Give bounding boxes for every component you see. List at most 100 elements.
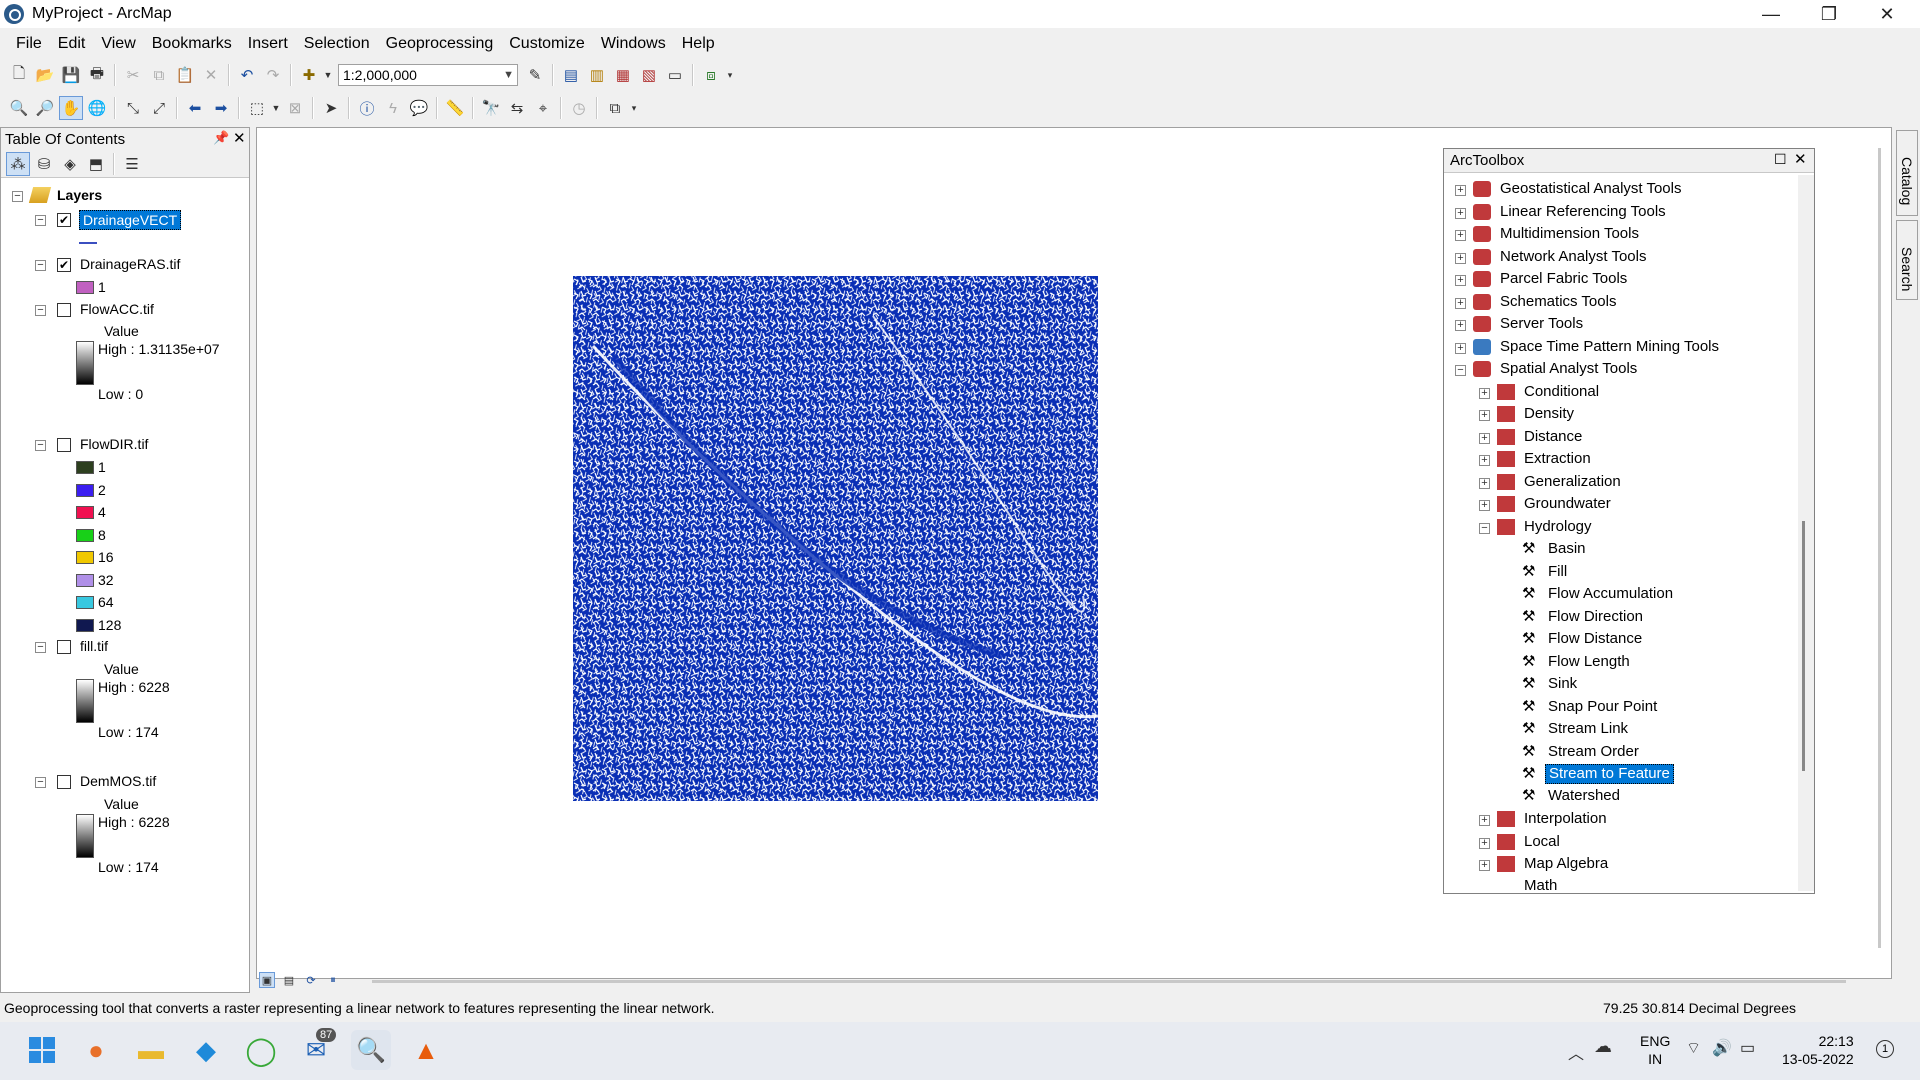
undo-icon[interactable]: ↶ xyxy=(235,63,259,87)
layer-drainagevect[interactable]: DrainageVECT xyxy=(79,210,182,230)
restore-button[interactable]: ❐ xyxy=(1800,0,1858,28)
toolset-hydrology[interactable]: Hydrology xyxy=(1524,517,1592,537)
arcmap-taskbar-icon[interactable]: 🔍 xyxy=(351,1030,391,1070)
expand-toolset-icon[interactable]: + xyxy=(1479,815,1490,826)
chevron-up-icon[interactable]: ︿ xyxy=(1568,1040,1584,1064)
expand-toolset-icon[interactable]: + xyxy=(1455,298,1466,309)
search-side-tab[interactable]: Search xyxy=(1896,220,1918,300)
collapse-layers-icon[interactable]: − xyxy=(12,191,23,202)
tool-flow-length[interactable]: Flow Length xyxy=(1548,652,1630,672)
toolset-local[interactable]: Local xyxy=(1524,832,1560,852)
language-indicator[interactable]: ENG IN xyxy=(1640,1032,1670,1068)
tool-flow-accumulation[interactable]: Flow Accumulation xyxy=(1548,584,1673,604)
zoom-in-icon[interactable]: 🔍 xyxy=(7,96,31,120)
expand-toolset-icon[interactable]: + xyxy=(1479,433,1490,444)
wifi-icon[interactable]: ⌔ xyxy=(1686,1038,1701,1058)
expand-toolset-icon[interactable]: + xyxy=(1455,343,1466,354)
menu-geoprocessing[interactable]: Geoprocessing xyxy=(378,30,502,58)
toolset-geostatistical[interactable]: Geostatistical Analyst Tools xyxy=(1500,179,1681,199)
toolset-interpolation[interactable]: Interpolation xyxy=(1524,809,1607,829)
menu-edit[interactable]: Edit xyxy=(50,30,94,58)
layout-view-icon[interactable]: ▤ xyxy=(281,972,297,988)
list-by-visibility-icon[interactable]: ◈ xyxy=(58,152,82,176)
windows-start-icon[interactable] xyxy=(22,1030,62,1070)
expand-toolset-icon[interactable]: + xyxy=(1455,320,1466,331)
list-by-drawing-order-icon[interactable]: ⁂ xyxy=(6,151,30,176)
expand-toolset-icon[interactable]: + xyxy=(1479,388,1490,399)
search-window-icon[interactable]: ▦ xyxy=(611,63,635,87)
chevron-down-icon[interactable]: ▼ xyxy=(503,65,514,85)
fixed-zoom-in-icon[interactable]: ⤡ xyxy=(121,96,145,120)
tool-snap-pour-point[interactable]: Snap Pour Point xyxy=(1548,697,1657,717)
toolset-generalization[interactable]: Generalization xyxy=(1524,472,1621,492)
data-view-icon[interactable]: ▣ xyxy=(259,972,275,988)
tool-watershed[interactable]: Watershed xyxy=(1548,786,1620,806)
layer-flowdir[interactable]: FlowDIR.tif xyxy=(80,436,148,452)
hyperlink-icon[interactable]: ϟ xyxy=(381,96,405,120)
find-route-icon[interactable]: ⇆ xyxy=(505,96,529,120)
clear-selection-icon[interactable]: ⊠ xyxy=(283,96,307,120)
layer-drainageras[interactable]: DrainageRAS.tif xyxy=(80,256,180,272)
forward-extent-icon[interactable]: ➡ xyxy=(209,96,233,120)
time-slider-icon[interactable]: ◷ xyxy=(567,96,591,120)
toc-options-icon[interactable]: ☰ xyxy=(120,152,144,176)
toolset-math[interactable]: Math xyxy=(1524,876,1557,893)
editor-toolbar-icon[interactable]: ✎ xyxy=(523,63,547,87)
pan-icon[interactable]: ✋ xyxy=(59,96,83,120)
toolset-server[interactable]: Server Tools xyxy=(1500,314,1583,334)
collapse-layer-icon[interactable]: − xyxy=(35,215,46,226)
pin-icon[interactable]: 📌 xyxy=(213,130,229,146)
close-icon[interactable]: ✕ xyxy=(233,129,246,147)
tool-basin[interactable]: Basin xyxy=(1548,539,1586,559)
toolset-schematics[interactable]: Schematics Tools xyxy=(1500,292,1616,312)
expand-toolset-icon[interactable]: + xyxy=(1455,253,1466,264)
print-icon[interactable]: 🖶 xyxy=(85,63,109,87)
toolbar-options-icon-2[interactable]: ▾ xyxy=(629,96,639,120)
cut-icon[interactable]: ✂ xyxy=(121,63,145,87)
expand-toolset-icon[interactable]: + xyxy=(1479,838,1490,849)
close-icon[interactable]: ✕ xyxy=(1794,150,1807,168)
vlc-icon[interactable]: ▲ xyxy=(406,1030,446,1070)
layer-visibility-checkbox[interactable] xyxy=(57,640,71,654)
save-icon[interactable]: 💾 xyxy=(59,63,83,87)
vertical-scrollbar[interactable] xyxy=(1878,148,1881,948)
paste-icon[interactable]: 📋 xyxy=(173,63,197,87)
layer-visibility-checkbox[interactable] xyxy=(57,438,71,452)
layer-fill[interactable]: fill.tif xyxy=(80,638,108,654)
firefox-icon[interactable]: ● xyxy=(76,1030,116,1070)
list-by-source-icon[interactable]: ⛁ xyxy=(32,152,56,176)
create-viewer-icon[interactable]: ⧉ xyxy=(603,96,627,120)
close-window-button[interactable]: ✕ xyxy=(1858,0,1916,28)
tool-sink[interactable]: Sink xyxy=(1548,674,1577,694)
collapse-toolset-icon[interactable]: − xyxy=(1455,365,1466,376)
collapse-layer-icon[interactable]: − xyxy=(35,777,46,788)
onedrive-icon[interactable]: ☁ xyxy=(1594,1036,1612,1057)
toolset-map-algebra[interactable]: Map Algebra xyxy=(1524,854,1608,874)
menu-customize[interactable]: Customize xyxy=(501,30,593,58)
horizontal-scrollbar[interactable] xyxy=(372,980,1846,983)
tool-stream-order[interactable]: Stream Order xyxy=(1548,742,1639,762)
redo-icon[interactable]: ↷ xyxy=(261,63,285,87)
map-scale-input[interactable]: 1:2,000,000 ▼ xyxy=(338,64,518,86)
zoom-out-icon[interactable]: 🔎 xyxy=(33,96,57,120)
collapse-layer-icon[interactable]: − xyxy=(35,642,46,653)
modelbuilder-icon[interactable]: ⧈ xyxy=(699,63,723,87)
clock[interactable]: 22:13 13-05-2022 xyxy=(1782,1032,1854,1068)
toolset-groundwater[interactable]: Groundwater xyxy=(1524,494,1611,514)
expand-toolset-icon[interactable]: + xyxy=(1479,455,1490,466)
open-folder-icon[interactable]: 📂 xyxy=(33,63,57,87)
expand-toolset-icon[interactable]: + xyxy=(1479,860,1490,871)
select-features-icon[interactable]: ⬚ xyxy=(245,96,269,120)
menu-bookmarks[interactable]: Bookmarks xyxy=(144,30,240,58)
back-extent-icon[interactable]: ⬅ xyxy=(183,96,207,120)
expand-toolset-icon[interactable]: + xyxy=(1455,185,1466,196)
toolset-spatial-analyst[interactable]: Spatial Analyst Tools xyxy=(1500,359,1637,379)
menu-help[interactable]: Help xyxy=(674,30,723,58)
scrollbar-thumb[interactable] xyxy=(1802,521,1805,771)
layer-demmos[interactable]: DemMOS.tif xyxy=(80,773,156,789)
battery-icon[interactable]: ▭ xyxy=(1740,1038,1755,1058)
html-popup-icon[interactable]: 💬 xyxy=(407,96,431,120)
tool-stream-to-feature[interactable]: Stream to Feature xyxy=(1545,764,1674,784)
fixed-zoom-out-icon[interactable]: ⤢ xyxy=(147,96,171,120)
toolbox-scrollbar[interactable] xyxy=(1798,175,1814,891)
